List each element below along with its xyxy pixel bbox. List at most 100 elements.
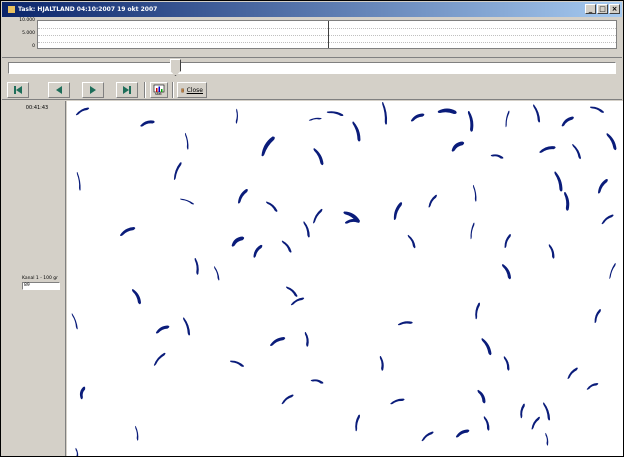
specimen-shape: [606, 133, 617, 151]
specimen-shape: [214, 266, 220, 281]
specimen-shape: [504, 234, 511, 249]
specimen-shape: [270, 337, 286, 347]
specimen-shape: [253, 244, 263, 258]
previous-frame-button[interactable]: [48, 82, 70, 98]
playback-toolbar: stat Close: [2, 80, 622, 100]
specimen-shape: [184, 132, 189, 150]
specimen-shape: [533, 104, 541, 123]
timeline-slider-track[interactable]: [8, 62, 616, 74]
specimen-shape: [390, 398, 405, 405]
specimen-shape: [601, 214, 614, 225]
specimen-shape: [79, 386, 86, 400]
stat-button[interactable]: stat: [150, 82, 168, 98]
specimen-shape: [554, 171, 563, 192]
specimen-shape: [76, 171, 81, 191]
specimen-shape: [393, 202, 403, 220]
specimen-shape: [290, 297, 305, 306]
specimen-shape: [135, 425, 139, 441]
specimen-shape: [501, 264, 511, 280]
y-label-bottom: 0: [32, 44, 35, 49]
image-viewer: [67, 101, 623, 456]
specimen-shape: [428, 194, 437, 208]
close-label: Close: [186, 86, 203, 94]
stat-label: stat: [155, 92, 162, 96]
door-exit-icon: [181, 88, 184, 92]
specimen-shape: [310, 379, 324, 384]
specimen-shape: [355, 414, 360, 432]
channel-value-field[interactable]: 89: [22, 282, 60, 290]
specimen-shape: [153, 352, 166, 366]
specimen-shape: [379, 355, 384, 371]
gridline: [38, 35, 616, 36]
specimen-shape: [564, 192, 570, 211]
specimen-image: [71, 102, 617, 456]
specimen-shape: [455, 429, 470, 438]
specimen-shape: [539, 146, 556, 153]
specimen-shape: [410, 113, 425, 122]
specimen-shape: [397, 321, 413, 326]
close-button[interactable]: Close: [177, 82, 207, 98]
specimen-shape: [572, 144, 581, 160]
specimen-shape: [470, 222, 475, 240]
play-icon: [90, 86, 96, 94]
specimen-shape: [140, 120, 155, 127]
app-icon: [8, 6, 15, 13]
specimen-shape: [505, 110, 510, 128]
y-label-top: 10.000: [19, 18, 35, 23]
specimen-shape: [503, 356, 510, 371]
specimen-shape: [261, 136, 275, 157]
specimen-shape: [483, 416, 490, 431]
count-graph: 10.000 5.000 0 anal 1 00:00:00: [1, 18, 623, 71]
specimen-shape: [594, 309, 601, 324]
app-window: Task: HJALTLAND 04:10:2007 19 okt 2007 _…: [0, 0, 624, 457]
specimen-shape: [586, 383, 599, 390]
specimen-shape: [481, 338, 492, 356]
specimen-shape: [229, 360, 244, 367]
timeline-slider-row: [2, 57, 622, 79]
specimen-shape: [303, 221, 310, 238]
specimen-shape: [548, 244, 555, 259]
specimen-shape: [304, 331, 309, 347]
left-info-panel: 00:41:43 Kanal 1 - 100 gr 89: [2, 101, 66, 456]
specimen-shape: [194, 257, 199, 275]
step-back-icon: [56, 86, 62, 94]
specimen-shape: [472, 184, 477, 202]
gridline: [38, 28, 616, 29]
gridline: [38, 42, 616, 43]
play-button[interactable]: [82, 82, 104, 98]
graph-plot-area: [37, 20, 617, 49]
specimen-shape: [266, 201, 278, 212]
specimen-shape: [235, 108, 238, 124]
specimen-shape: [75, 447, 79, 456]
window-title: Task: HJALTLAND 04:10:2007 19 okt 2007: [18, 6, 158, 13]
specimen-shape: [352, 121, 361, 142]
specimen-shape: [183, 317, 191, 336]
close-window-button[interactable]: ×: [609, 4, 620, 14]
specimen-shape: [71, 313, 78, 330]
specimen-shape: [598, 179, 608, 194]
specimen-shape: [75, 107, 90, 116]
skip-to-end-icon: [123, 86, 131, 94]
specimen-shape: [313, 148, 324, 166]
first-frame-button[interactable]: [7, 82, 29, 98]
last-frame-button[interactable]: [116, 82, 138, 98]
specimen-shape: [407, 234, 416, 249]
specimen-shape: [467, 111, 474, 132]
specimen-shape: [173, 162, 182, 180]
minimize-button[interactable]: _: [585, 4, 596, 14]
specimen-shape: [561, 116, 574, 127]
specimen-shape: [313, 208, 323, 224]
specimen-shape: [545, 432, 549, 446]
maximize-button[interactable]: □: [597, 4, 608, 14]
skip-to-start-icon: [14, 86, 22, 94]
specimen-shape: [531, 416, 540, 430]
toolbar-separator: [172, 82, 174, 98]
y-label-mid: 5.000: [22, 31, 35, 36]
specimen-shape: [421, 431, 434, 442]
specimen-shape: [475, 302, 480, 320]
toolbar-separator: [144, 82, 146, 98]
specimen-shape: [281, 240, 292, 253]
frame-timestamp: 00:41:43: [25, 105, 49, 111]
specimen-shape: [437, 108, 457, 114]
specimen-shape: [131, 289, 141, 305]
